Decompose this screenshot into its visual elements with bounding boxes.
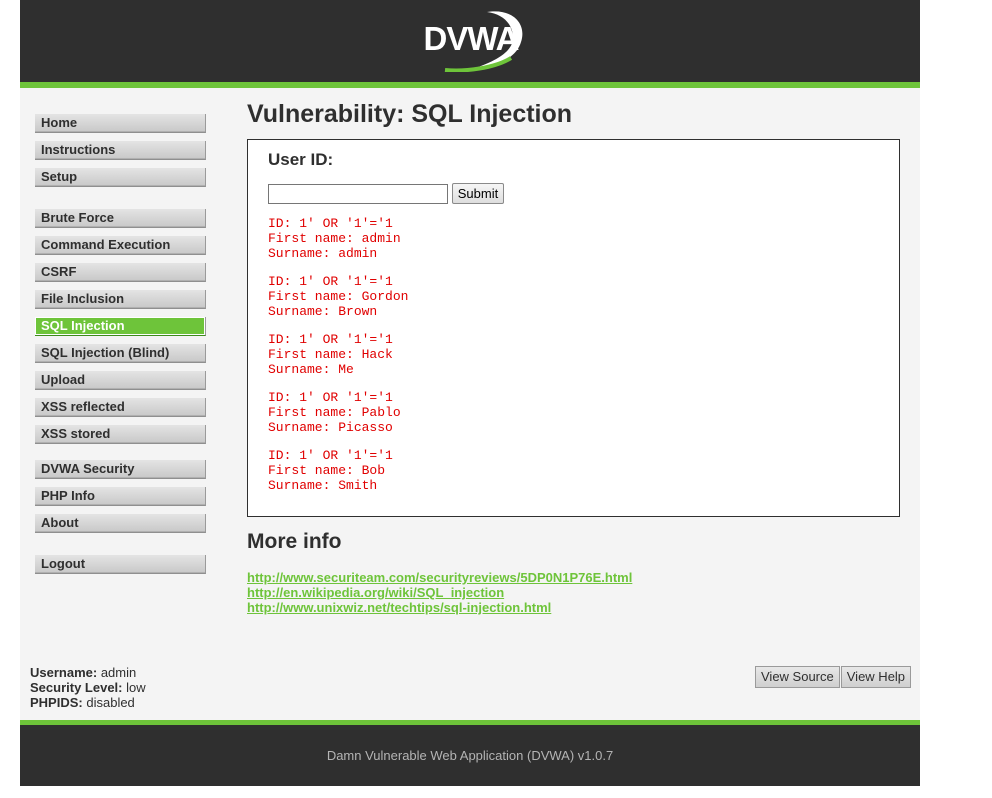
- username-label: Username:: [30, 665, 98, 680]
- view-source-button[interactable]: View Source: [755, 666, 840, 688]
- footer: Damn Vulnerable Web Application (DVWA) v…: [20, 725, 920, 786]
- menu-group-main: Home Instructions Setup: [35, 114, 206, 195]
- menu-item-sql-injection-blind[interactable]: SQL Injection (Blind): [35, 344, 206, 363]
- menu-group-logout: Logout: [35, 555, 206, 582]
- link-wikipedia[interactable]: http://en.wikipedia.org/wiki/SQL_injecti…: [247, 585, 632, 600]
- status-security-level: Security Level: low: [30, 680, 146, 695]
- phpids-value: disabled: [86, 695, 135, 710]
- more-info-heading: More info: [247, 530, 342, 553]
- more-info-links: http://www.securiteam.com/securityreview…: [247, 570, 632, 615]
- result-id: ID: 1' OR '1'='1: [268, 216, 393, 231]
- query-results: ID: 1' OR '1'='1 First name: admin Surname…: [268, 216, 868, 506]
- status-phpids: PHPIDS: disabled: [30, 695, 146, 710]
- security-level-label: Security Level:: [30, 680, 123, 695]
- menu-item-csrf[interactable]: CSRF: [35, 263, 206, 282]
- result-first-name: First name: Hack: [268, 347, 393, 362]
- result-entry: ID: 1' OR '1'='1 First name: admin Surname…: [268, 216, 868, 261]
- link-securiteam[interactable]: http://www.securiteam.com/securityreview…: [247, 570, 632, 585]
- menu-item-file-inclusion[interactable]: File Inclusion: [35, 290, 206, 309]
- menu-group-settings: DVWA Security PHP Info About: [35, 460, 206, 541]
- result-surname: Surname: Smith: [268, 478, 378, 493]
- result-id: ID: 1' OR '1'='1: [268, 448, 393, 463]
- result-surname: Surname: Brown: [268, 304, 378, 319]
- menu-item-upload[interactable]: Upload: [35, 371, 206, 390]
- status-info: Username: admin Security Level: low PHPI…: [30, 665, 146, 710]
- header-stripe: [20, 82, 920, 88]
- result-first-name: First name: Bob: [268, 463, 386, 478]
- submit-button[interactable]: Submit: [452, 183, 504, 204]
- view-help-button[interactable]: View Help: [840, 666, 912, 688]
- result-id: ID: 1' OR '1'='1: [268, 274, 393, 289]
- result-surname: Surname: Picasso: [268, 420, 393, 435]
- page-title: Vulnerability: SQL Injection: [247, 100, 573, 128]
- menu-item-about[interactable]: About: [35, 514, 206, 533]
- status-username: Username: admin: [30, 665, 146, 680]
- result-entry: ID: 1' OR '1'='1 First name: Gordon Surnam…: [268, 274, 868, 319]
- dvwa-logo: DVWA: [415, 6, 527, 72]
- security-level-value: low: [126, 680, 146, 695]
- menu-item-sql-injection[interactable]: SQL Injection: [35, 317, 206, 336]
- result-first-name: First name: Pablo: [268, 405, 401, 420]
- menu-group-vulnerabilities: Brute Force Command Execution CSRF File …: [35, 209, 206, 452]
- page-wrapper: DVWA Home Instructions Setup Brute Force…: [20, 0, 920, 786]
- menu-item-logout[interactable]: Logout: [35, 555, 206, 574]
- result-id: ID: 1' OR '1'='1: [268, 332, 393, 347]
- result-first-name: First name: Gordon: [268, 289, 409, 304]
- result-surname: Surname: admin: [268, 246, 378, 261]
- menu-item-brute-force[interactable]: Brute Force: [35, 209, 206, 228]
- result-entry: ID: 1' OR '1'='1 First name: Pablo Surname…: [268, 390, 868, 435]
- result-id: ID: 1' OR '1'='1: [268, 390, 393, 405]
- menu-item-instructions[interactable]: Instructions: [35, 141, 206, 160]
- result-first-name: First name: admin: [268, 231, 401, 246]
- menu-item-command-execution[interactable]: Command Execution: [35, 236, 206, 255]
- result-entry: ID: 1' OR '1'='1 First name: Bob Surname: …: [268, 448, 868, 493]
- menu-item-xss-stored[interactable]: XSS stored: [35, 425, 206, 444]
- menu-item-php-info[interactable]: PHP Info: [35, 487, 206, 506]
- logo-text: DVWA: [423, 20, 520, 57]
- link-unixwiz[interactable]: http://www.unixwiz.net/techtips/sql-inje…: [247, 600, 632, 615]
- menu-item-dvwa-security[interactable]: DVWA Security: [35, 460, 206, 479]
- menu-item-xss-reflected[interactable]: XSS reflected: [35, 398, 206, 417]
- result-entry: ID: 1' OR '1'='1 First name: Hack Surname:…: [268, 332, 868, 377]
- user-id-label: User ID:: [268, 150, 334, 169]
- phpids-label: PHPIDS:: [30, 695, 83, 710]
- user-id-input[interactable]: [268, 184, 448, 204]
- view-buttons: View Source View Help: [755, 666, 912, 688]
- menu-item-home[interactable]: Home: [35, 114, 206, 133]
- header: DVWA: [20, 0, 920, 82]
- menu-item-setup[interactable]: Setup: [35, 168, 206, 187]
- result-surname: Surname: Me: [268, 362, 354, 377]
- vulnerable-code-area: User ID: Submit ID: 1' OR '1'='1 First na…: [247, 139, 900, 517]
- footer-text: Damn Vulnerable Web Application (DVWA) v…: [326, 748, 614, 763]
- username-value: admin: [100, 665, 137, 680]
